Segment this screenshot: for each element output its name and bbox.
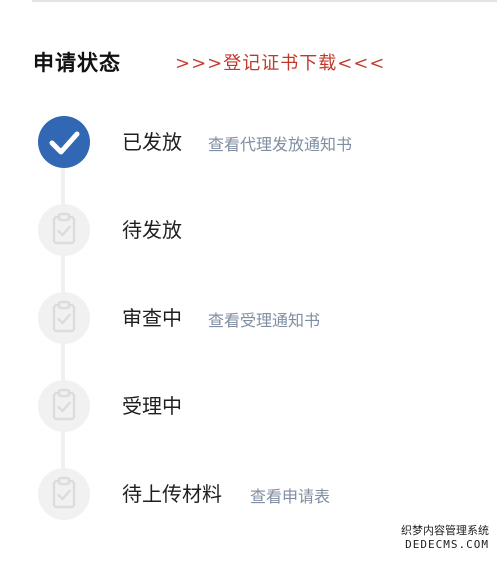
step-label: 审查中: [122, 306, 182, 330]
status-step-issued: 已发放 查看代理发放通知书: [0, 110, 497, 170]
page-title: 申请状态: [33, 51, 121, 75]
clipboard-check-icon: [38, 468, 90, 520]
status-step-under-review: 审查中 查看受理通知书: [0, 286, 497, 346]
status-step-awaiting-upload: 待上传材料 查看申请表: [0, 462, 497, 522]
clipboard-check-icon: [38, 292, 90, 344]
status-step-pending-issue: 待发放: [0, 198, 497, 258]
clipboard-check-icon: [38, 204, 90, 256]
watermark: 织梦内容管理系统 DEDECMS.COM: [379, 524, 489, 554]
step-label: 待上传材料: [122, 482, 222, 506]
step-label: 待发放: [122, 218, 182, 242]
watermark-line: DEDECMS.COM: [405, 538, 489, 551]
view-issue-notice-link[interactable]: 查看代理发放通知书: [208, 131, 352, 155]
view-acceptance-notice-link[interactable]: 查看受理通知书: [208, 307, 320, 331]
view-application-form-link[interactable]: 查看申请表: [250, 483, 330, 507]
step-label: 受理中: [122, 394, 182, 418]
clipboard-check-icon: [38, 380, 90, 432]
top-divider: [32, 0, 497, 2]
status-step-accepting: 受理中: [0, 374, 497, 434]
watermark-line: 织梦内容管理系统: [401, 524, 489, 537]
step-label: 已发放: [122, 130, 182, 154]
certificate-download-link[interactable]: >>>登记证书下载<<<: [175, 49, 386, 75]
check-icon: [38, 116, 90, 168]
